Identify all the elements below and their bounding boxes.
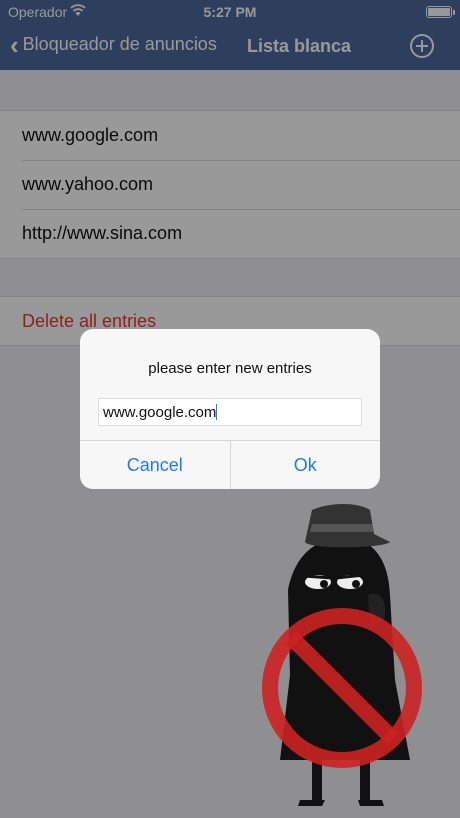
cancel-button[interactable]: Cancel — [80, 441, 230, 489]
dialog-buttons: Cancel Ok — [80, 440, 380, 489]
dialog-title: please enter new entries — [148, 360, 312, 377]
ok-button[interactable]: Ok — [229, 441, 381, 489]
text-cursor — [216, 404, 218, 420]
spy-illustration — [262, 504, 422, 806]
entry-input-value: www.google.com — [103, 404, 217, 421]
new-entry-dialog: please enter new entries www.google.com … — [80, 329, 380, 489]
entry-input[interactable]: www.google.com — [98, 398, 362, 426]
